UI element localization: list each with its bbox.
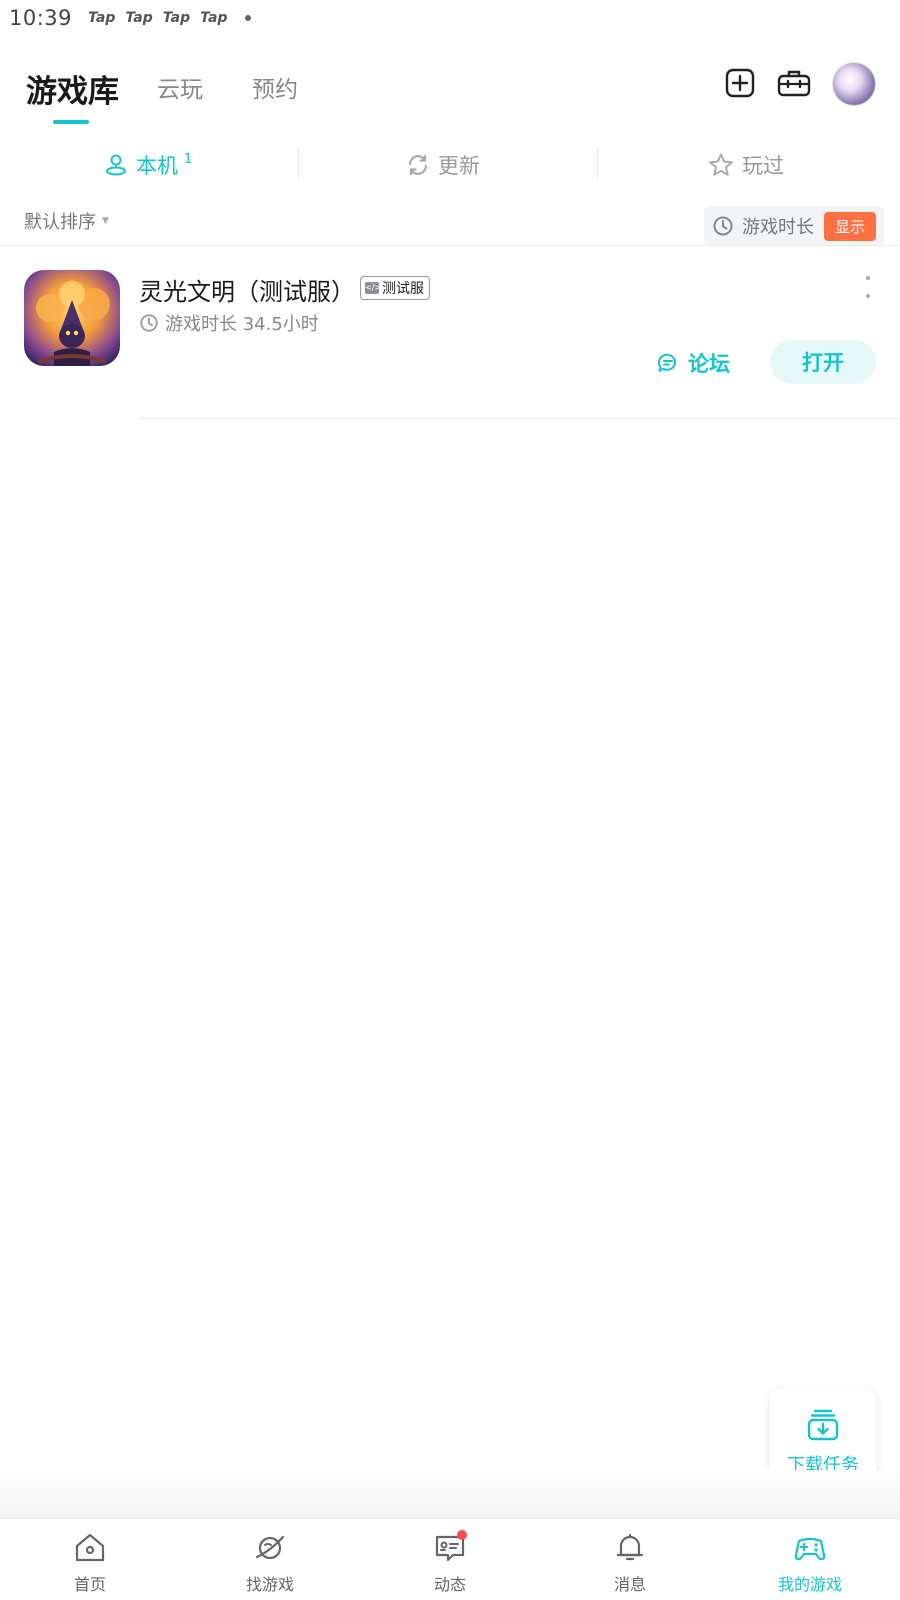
forum-button[interactable]: 论坛 [656,348,730,378]
tap-notification-icon: Tap [162,10,191,26]
open-game-button[interactable]: 打开 [770,340,876,384]
show-playtime-button[interactable]: 显示 [824,211,877,241]
nav-discover-label: 找游戏 [245,1575,294,1594]
game-playtime-text: 游戏时长 34.5小时 [165,314,319,335]
game-list-item[interactable]: 灵光文明（测试服） </> 测试服 游戏时长 34.5小时 论坛 打开 [0,246,900,419]
nav-feed[interactable]: 动态 [360,1519,540,1600]
unread-dot [457,1530,467,1540]
test-server-badge: </> 测试服 [360,276,430,300]
tap-notification-icon: Tap [125,10,153,26]
home-icon [75,1533,105,1562]
test-server-badge-label: 测试服 [382,281,424,297]
subtab-local-count: 1 [184,152,193,167]
notification-icons: Tap Tap Tap Tap [88,10,227,26]
star-icon [709,153,733,176]
bell-icon [616,1533,644,1561]
subtab-divider [298,148,299,178]
nav-feed-label: 动态 [433,1575,466,1594]
forum-chat-icon [657,353,676,372]
planet-icon [255,1535,285,1560]
status-time: 10:39 [9,6,73,30]
game-icon[interactable] [24,270,120,366]
code-icon: </> [365,282,382,294]
subtab-played[interactable]: 玩过 [708,140,784,190]
tab-reservations[interactable]: 预约 [252,70,298,104]
nav-messages-label: 消息 [613,1575,646,1594]
subtab-updates-label: 更新 [438,154,480,178]
bottom-navigation: 首页 找游戏 动态 消息 我的游戏 [0,1518,900,1600]
nav-my-games[interactable]: 我的游戏 [720,1519,900,1600]
nav-messages[interactable]: 消息 [540,1519,720,1600]
tab-game-library[interactable]: 游戏库 [26,66,119,111]
gamepad-icon [794,1537,826,1561]
tap-notification-icon: Tap [200,10,228,26]
add-icon[interactable] [725,68,755,98]
subtab-divider [597,148,598,178]
subtab-local[interactable]: 本机 1 [104,140,192,190]
nav-home-label: 首页 [73,1575,106,1594]
bottom-fade [0,1470,900,1518]
list-divider [139,418,900,419]
user-avatar[interactable] [832,62,876,106]
download-tray-icon [807,1409,839,1441]
user-pin-icon [106,154,126,176]
subtab-updates[interactable]: 更新 [406,140,480,190]
playtime-filter[interactable]: 游戏时长 显示 [704,206,884,246]
sort-label: 默认排序 [24,212,96,233]
status-bar: 10:39 Tap Tap Tap Tap [0,0,900,36]
game-playtime: 游戏时长 34.5小时 [139,310,319,336]
more-notifications-dot-icon [245,15,252,21]
more-options-icon[interactable] [862,276,874,298]
clock-icon [713,216,733,236]
chat-icon-wrapper [433,1530,467,1565]
playtime-filter-label: 游戏时长 [742,217,814,238]
game-title: 灵光文明（测试服） [139,278,355,306]
tab-cloud-play[interactable]: 云玩 [157,70,203,104]
sort-dropdown[interactable]: 默认排序 ▼ [24,208,109,234]
nav-home[interactable]: 首页 [0,1519,180,1600]
caret-down-icon: ▼ [102,216,109,226]
nav-my-games-label: 我的游戏 [777,1575,842,1594]
clock-icon [140,314,158,332]
subtab-played-label: 玩过 [742,154,784,178]
forum-button-label: 论坛 [688,352,730,376]
active-tab-indicator [53,120,89,124]
top-header: 游戏库 云玩 预约 [0,62,900,132]
library-subtabs: 本机 1 更新 玩过 [0,140,900,190]
tap-notification-icon: Tap [88,10,116,26]
nav-discover[interactable]: 找游戏 [180,1519,360,1600]
refresh-icon [408,154,428,176]
toolbox-icon[interactable] [777,68,811,98]
subtab-local-label: 本机 [136,154,178,178]
